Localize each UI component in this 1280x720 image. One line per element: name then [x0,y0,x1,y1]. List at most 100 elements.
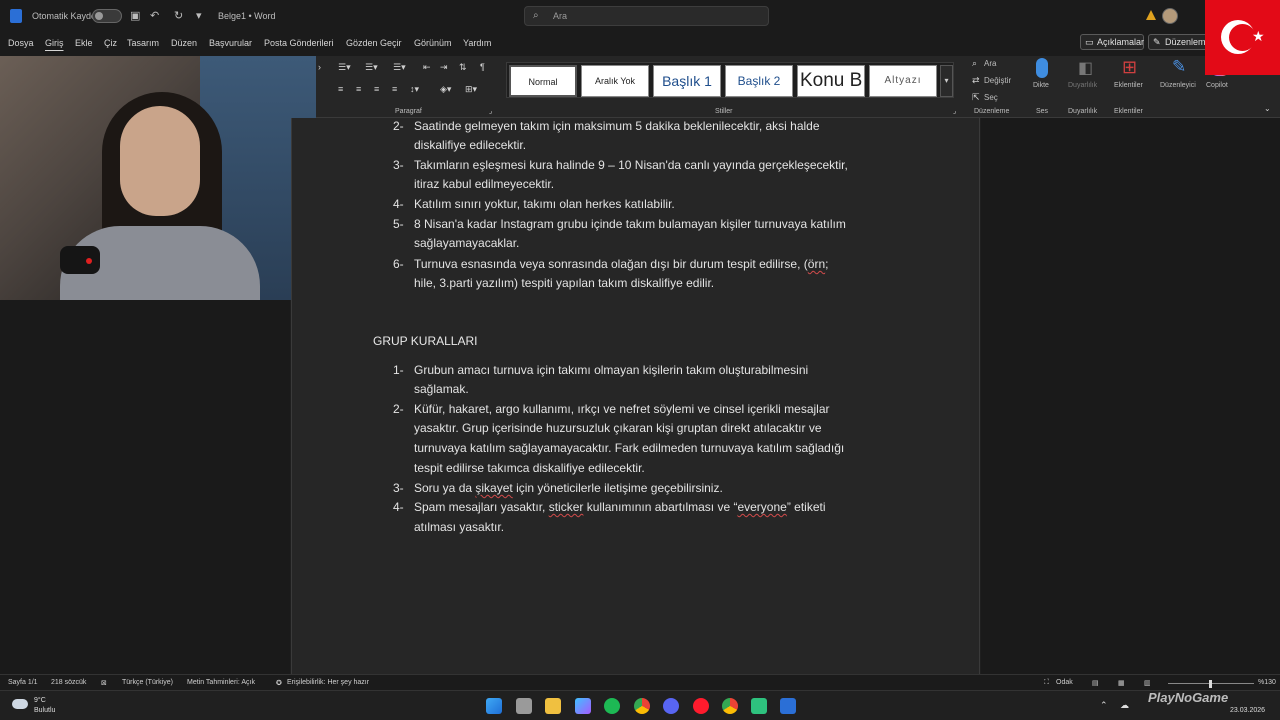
language-status[interactable]: Türkçe (Türkiye) [122,679,173,686]
shading-icon[interactable]: ◈▾ [440,84,451,95]
multilevel-list-icon[interactable]: ☰▾ [393,62,406,73]
increase-indent-icon[interactable]: ⇥ [440,62,448,73]
decrease-indent-icon[interactable]: ⇤ [423,62,431,73]
zoom-level[interactable]: %130 [1258,679,1276,686]
editing-mode-button[interactable]: ✎ Düzenlem [1148,34,1208,50]
warning-icon[interactable] [1146,10,1156,20]
numbering-icon[interactable]: ☰▾ [365,62,378,73]
proofing-icon[interactable]: ⊠ [101,679,107,687]
addins-button[interactable]: Eklentiler [1114,82,1143,89]
list-item[interactable]: tespit edilirse takımca diskalifiye edil… [414,461,645,475]
list-item[interactable]: Küfür, hakaret, argo kullanımı, ırkçı ve… [414,402,830,416]
weather-temperature[interactable]: 9°C [34,697,46,704]
list-item[interactable]: Turnuva esnasında veya sonrasında olağan… [414,257,828,271]
copilot-app-icon[interactable] [575,698,591,714]
accessibility-status[interactable]: Erişilebilirlik: Her şey hazır [287,679,369,686]
bullets-icon[interactable]: ☰▾ [338,62,351,73]
tab-view[interactable]: Görünüm [414,38,452,48]
tray-chevron-icon[interactable]: ⌃ [1100,700,1108,711]
chrome-icon[interactable] [634,698,650,714]
style-no-spacing[interactable]: Aralık Yok [581,65,649,97]
list-item[interactable]: turnuvaya katılım sağlayamayacaktır. Far… [414,441,844,455]
page-count[interactable]: Sayfa 1/1 [8,679,38,686]
system-date[interactable]: 23.03.2026 [1230,707,1265,714]
tab-home[interactable]: Giriş [45,38,64,48]
weather-cloud-icon[interactable] [12,699,28,709]
styles-more-button[interactable]: ▾ [940,65,953,97]
spotify-icon[interactable] [604,698,620,714]
tab-references[interactable]: Başvurular [209,38,252,48]
search-box[interactable]: ⌕ Ara [524,6,769,26]
zoom-slider-thumb[interactable] [1209,680,1213,688]
paragraph-launcher-icon[interactable]: ⌟ [489,107,492,115]
list-item[interactable]: 8 Nisan'a kadar Instagram grubu içinde t… [414,217,846,231]
style-normal[interactable]: Normal [509,65,577,97]
editor-icon[interactable]: ✎ [1172,57,1186,77]
redo-icon[interactable]: ↻ [174,9,183,22]
tab-design[interactable]: Tasarım [127,38,159,48]
text-predictions-status[interactable]: Metin Tahminleri: Açık [187,679,255,686]
sensitivity-button[interactable]: Duyarlılık [1068,82,1097,89]
tab-insert[interactable]: Ekle [75,38,93,48]
styles-launcher-icon[interactable]: ⌟ [953,107,956,115]
pilcrow-icon[interactable]: ¶ [480,62,485,72]
start-menu-icon[interactable] [486,698,502,714]
word-taskbar-icon[interactable] [780,698,796,714]
chat-app-icon[interactable] [751,698,767,714]
list-item[interactable]: Soru ya da şikayet için yöneticilerle il… [414,481,723,495]
find-button[interactable]: Ara [984,59,996,68]
print-layout-icon[interactable]: ▦ [1118,679,1125,687]
read-mode-icon[interactable]: ▤ [1092,679,1099,687]
borders-icon[interactable]: ⊞▾ [465,84,477,95]
list-item[interactable]: hile, 3.parti yazılım) tespiti yapılan t… [414,276,714,290]
list-item[interactable]: yasaktır. Grup içerisinde huzursuzluk çı… [414,421,822,435]
microphone-icon[interactable] [1036,58,1048,78]
autosave-toggle[interactable] [92,9,122,23]
list-item[interactable]: Takımların eşleşmesi kura halinde 9 – 10… [414,158,848,172]
editor-button[interactable]: Düzenleyici [1160,82,1196,89]
chrome-profile-icon[interactable] [722,698,738,714]
collapse-ribbon-icon[interactable]: ⌄ [1264,104,1271,113]
select-button[interactable]: Seç [984,93,998,102]
list-item[interactable]: Saatinde gelmeyen takım için maksimum 5 … [414,119,820,133]
style-subtitle[interactable]: Altyazı [869,65,937,97]
style-title[interactable]: Konu B [797,65,865,97]
list-item[interactable]: Spam mesajları yasaktır, sticker kullanı… [414,500,826,514]
tab-help[interactable]: Yardım [463,38,491,48]
list-item[interactable]: sağlayamayacaklar. [414,236,519,250]
web-layout-icon[interactable]: ▥ [1144,679,1151,687]
dictate-button[interactable]: Dikte [1033,82,1049,89]
customize-quick-access-icon[interactable]: ▾ [196,9,202,22]
style-heading-1[interactable]: Başlık 1 [653,65,721,97]
opera-icon[interactable] [693,698,709,714]
discord-icon[interactable] [663,698,679,714]
addins-icon[interactable]: ⊞ [1122,57,1137,78]
list-item[interactable]: atılması yasaktır. [414,520,504,534]
list-item[interactable]: diskalifiye edilecektir. [414,138,526,152]
tab-file[interactable]: Dosya [8,38,34,48]
undo-icon[interactable]: ↶ [150,9,159,22]
task-view-icon[interactable] [516,698,532,714]
focus-button[interactable]: Odak [1056,679,1073,686]
list-item[interactable]: Katılım sınırı yoktur, takımı olan herke… [414,197,675,211]
select-icon[interactable]: ⇱ [972,92,980,103]
weather-condition[interactable]: Bulutlu [34,707,55,714]
align-left-icon[interactable]: ≡ [338,84,343,94]
tab-layout[interactable]: Düzen [171,38,197,48]
tab-draw[interactable]: Çiz [104,38,117,48]
tab-review[interactable]: Gözden Geçir [346,38,402,48]
copilot-button[interactable]: Copilot [1206,82,1228,89]
expand-icon[interactable]: › [318,62,321,72]
file-explorer-icon[interactable] [545,698,561,714]
sort-icon[interactable]: ⇅ [459,62,467,73]
replace-icon[interactable]: ⇄ [972,75,980,86]
list-item[interactable]: sağlamak. [414,382,469,396]
tab-mailings[interactable]: Posta Gönderileri [264,38,334,48]
align-center-icon[interactable]: ≡ [356,84,361,94]
line-spacing-icon[interactable]: ↕▾ [410,84,419,95]
replace-button[interactable]: Değiştir [984,76,1011,85]
save-icon[interactable]: ▣ [130,9,140,22]
comments-button[interactable]: ▭ Açıklamalar [1080,34,1144,50]
style-heading-2[interactable]: Başlık 2 [725,65,793,97]
list-item[interactable]: itiraz kabul edilmeyecektir. [414,177,554,191]
